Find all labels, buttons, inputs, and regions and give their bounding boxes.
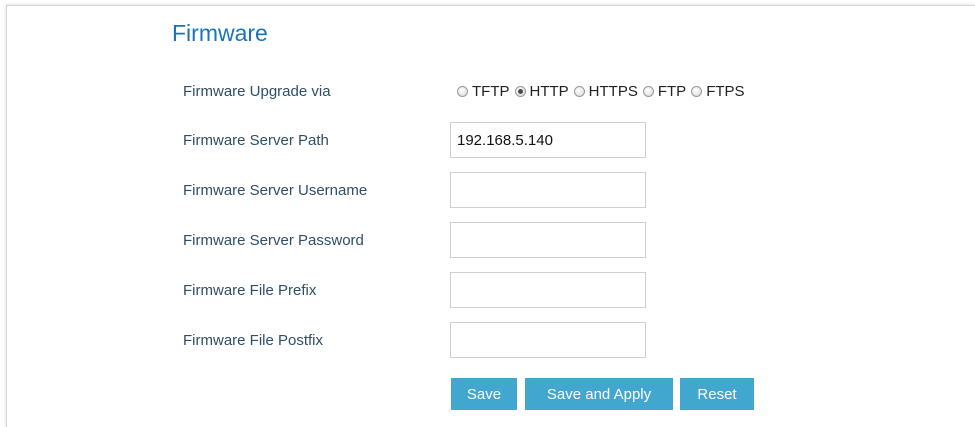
radio-option-tftp[interactable]: TFTP — [457, 83, 510, 100]
radio-button-https[interactable] — [573, 86, 585, 97]
upgrade-via-label: Firmware Upgrade via — [183, 83, 331, 100]
radio-option-https[interactable]: HTTPS — [573, 83, 638, 100]
server-password-input[interactable] — [450, 222, 646, 258]
server-username-input[interactable] — [450, 172, 646, 208]
save-and-apply-button[interactable]: Save and Apply — [525, 378, 673, 410]
radio-button-http[interactable] — [514, 86, 526, 97]
section-title: Firmware — [172, 20, 268, 46]
server-path-label: Firmware Server Path — [183, 132, 329, 149]
save-button[interactable]: Save — [451, 378, 517, 410]
file-prefix-label: Firmware File Prefix — [183, 282, 317, 299]
server-password-label: Firmware Server Password — [183, 232, 364, 249]
radio-button-ftps[interactable] — [691, 86, 703, 97]
file-postfix-input[interactable] — [450, 322, 646, 358]
radio-label-tftp[interactable]: TFTP — [472, 83, 510, 100]
radio-option-http[interactable]: HTTP — [514, 83, 569, 100]
reset-button[interactable]: Reset — [680, 378, 754, 410]
radio-button-ftp[interactable] — [642, 86, 654, 97]
radio-button-tftp[interactable] — [457, 86, 468, 97]
file-prefix-input[interactable] — [450, 272, 646, 308]
radio-label-http[interactable]: HTTP — [530, 83, 569, 100]
upgrade-via-radio-group: TFTP HTTP HTTPS FTP FTPS — [457, 83, 750, 100]
server-path-input[interactable] — [450, 122, 646, 158]
radio-label-ftps[interactable]: FTPS — [706, 83, 744, 100]
radio-label-https[interactable]: HTTPS — [589, 83, 638, 100]
radio-label-ftp[interactable]: FTP — [658, 83, 686, 100]
radio-option-ftps[interactable]: FTPS — [691, 83, 745, 100]
radio-option-ftp[interactable]: FTP — [642, 83, 686, 100]
firmware-panel — [6, 5, 975, 427]
server-username-label: Firmware Server Username — [183, 182, 368, 199]
file-postfix-label: Firmware File Postfix — [183, 332, 324, 349]
